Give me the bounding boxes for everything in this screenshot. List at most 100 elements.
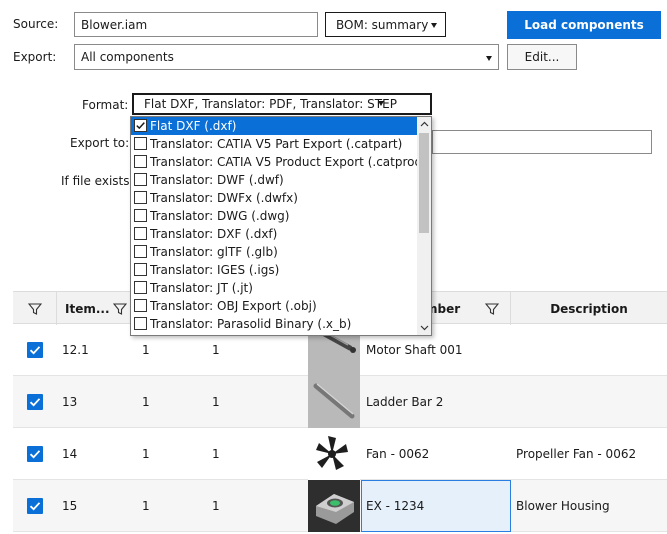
item-column-header[interactable]: Item...: [57, 292, 131, 325]
option-label: Translator: OBJ Export (.obj): [150, 299, 317, 313]
option-checkbox[interactable]: [134, 299, 147, 312]
table-row[interactable]: 15 1 1 EX - 1234 Blower Housing: [13, 480, 667, 532]
part-number-cell: Fan - 0062: [366, 447, 430, 461]
option-label: Translator: DWF (.dwf): [150, 173, 284, 187]
option-checkbox[interactable]: [134, 317, 147, 330]
format-option[interactable]: Translator: DWF (.dwf): [131, 171, 417, 189]
description-cell: Propeller Fan - 0062: [516, 447, 637, 461]
qty2-cell: 1: [212, 447, 220, 461]
export-label: Export:: [13, 50, 57, 64]
filter-icon: [27, 302, 42, 315]
option-checkbox[interactable]: [134, 191, 147, 204]
checkmark-icon: [29, 502, 41, 511]
option-checkbox[interactable]: [134, 227, 147, 240]
item-cell: 13: [62, 395, 78, 409]
format-select[interactable]: Flat DXF, Translator: PDF, Translator: S…: [132, 93, 432, 115]
qty-cell: 1: [142, 395, 150, 409]
description-column-header[interactable]: Description: [511, 292, 667, 325]
scroll-up-arrow-icon[interactable]: [417, 117, 431, 131]
export-to-label: Export to:: [70, 136, 130, 150]
item-header-label: Item...: [65, 301, 110, 316]
format-value: Flat DXF, Translator: PDF, Translator: S…: [144, 97, 397, 111]
checkmark-icon: [29, 398, 41, 407]
housing-thumbnail-icon: [316, 494, 354, 524]
description-cell: Blower Housing: [516, 499, 610, 513]
bom-select[interactable]: BOM: summary: [325, 12, 446, 37]
checkmark-icon: [29, 450, 41, 459]
row-checkbox[interactable]: [27, 498, 43, 514]
export-value: All components: [81, 50, 174, 64]
qty-cell: 1: [142, 447, 150, 461]
option-label: Translator: CATIA V5 Product Export (.ca…: [150, 155, 432, 169]
option-checkbox[interactable]: [134, 137, 147, 150]
format-dropdown-list[interactable]: Flat DXF (.dxf) Translator: CATIA V5 Par…: [130, 116, 432, 336]
row-checkbox[interactable]: [27, 342, 43, 358]
option-label: Translator: IGES (.igs): [150, 263, 280, 277]
chevron-down-icon: [431, 23, 437, 28]
format-option[interactable]: Translator: DWFx (.dwfx): [131, 189, 417, 207]
item-cell: 15: [62, 499, 78, 513]
description-header-label: Description: [550, 301, 628, 316]
part-thumbnail: [308, 376, 360, 428]
format-option[interactable]: Translator: glTF (.glb): [131, 243, 417, 261]
export-to-input[interactable]: [432, 130, 652, 154]
filter-icon[interactable]: [113, 302, 127, 316]
format-option[interactable]: Translator: JT (.jt): [131, 279, 417, 297]
option-label: Flat DXF (.dxf): [150, 119, 237, 133]
qty2-cell: 1: [212, 395, 220, 409]
option-label: Translator: JT (.jt): [150, 281, 253, 295]
qty-cell: 1: [142, 499, 150, 513]
option-checkbox[interactable]: [134, 281, 147, 294]
format-option[interactable]: Translator: OBJ Export (.obj): [131, 297, 417, 315]
format-option[interactable]: Translator: IGES (.igs): [131, 261, 417, 279]
part-thumbnail: [308, 428, 360, 480]
option-label: Translator: DWG (.dwg): [150, 209, 290, 223]
format-option[interactable]: Translator: Parasolid Binary (.x_b): [131, 315, 417, 333]
chevron-down-icon: [378, 101, 384, 106]
source-value: Blower.iam: [81, 17, 148, 32]
export-select[interactable]: All components: [74, 44, 499, 70]
source-input[interactable]: Blower.iam: [74, 12, 318, 37]
row-checkbox[interactable]: [27, 446, 43, 462]
option-label: Translator: DWFx (.dwfx): [150, 191, 298, 205]
option-checkbox[interactable]: [134, 209, 147, 222]
option-checkbox[interactable]: [134, 245, 147, 258]
fan-thumbnail-icon: [316, 436, 348, 470]
format-option[interactable]: Flat DXF (.dxf): [131, 117, 417, 135]
format-option[interactable]: Translator: CATIA V5 Part Export (.catpa…: [131, 135, 417, 153]
item-cell: 12.1: [62, 343, 89, 357]
qty2-cell: 1: [212, 499, 220, 513]
load-components-button[interactable]: Load components: [507, 11, 661, 39]
filter-column-header[interactable]: [13, 292, 57, 325]
format-option[interactable]: Translator: CATIA V5 Product Export (.ca…: [131, 153, 431, 171]
checkmark-icon: [136, 122, 145, 130]
option-checkbox[interactable]: [134, 263, 147, 276]
chevron-down-icon: [486, 56, 492, 61]
format-label: Format:: [82, 98, 129, 112]
item-cell: 14: [62, 447, 78, 461]
format-option[interactable]: Translator: DXF (.dxf): [131, 225, 417, 243]
part-number-cell: Ladder Bar 2: [366, 395, 444, 409]
option-checkbox[interactable]: [134, 155, 147, 168]
format-option[interactable]: Translator: DWG (.dwg): [131, 207, 417, 225]
option-label: Translator: CATIA V5 Part Export (.catpa…: [150, 137, 403, 151]
row-checkbox[interactable]: [27, 394, 43, 410]
bar-thumbnail-icon: [313, 383, 355, 419]
filter-icon[interactable]: [485, 302, 499, 316]
part-thumbnail: [308, 480, 360, 532]
option-checkbox[interactable]: [134, 119, 147, 132]
table-row[interactable]: 14 1 1 Fan - 0062 Propeller Fan - 0062: [13, 428, 667, 480]
edit-button[interactable]: Edit...: [507, 44, 577, 70]
dropdown-scrollbar[interactable]: [417, 117, 431, 335]
if-file-exists-label: If file exists:: [61, 174, 134, 188]
bom-value: BOM: summary: [336, 17, 429, 32]
option-checkbox[interactable]: [134, 173, 147, 186]
scrollbar-thumb[interactable]: [419, 133, 429, 233]
checkmark-icon: [29, 346, 41, 355]
option-label: Translator: glTF (.glb): [150, 245, 278, 259]
part-number-cell: EX - 1234: [366, 499, 425, 513]
scroll-down-arrow-icon[interactable]: [417, 321, 431, 335]
option-label: Translator: Parasolid Binary (.x_b): [150, 317, 352, 331]
table-row[interactable]: 13 1 1 Ladder Bar 2: [13, 376, 667, 428]
option-label: Translator: DXF (.dxf): [150, 227, 278, 241]
